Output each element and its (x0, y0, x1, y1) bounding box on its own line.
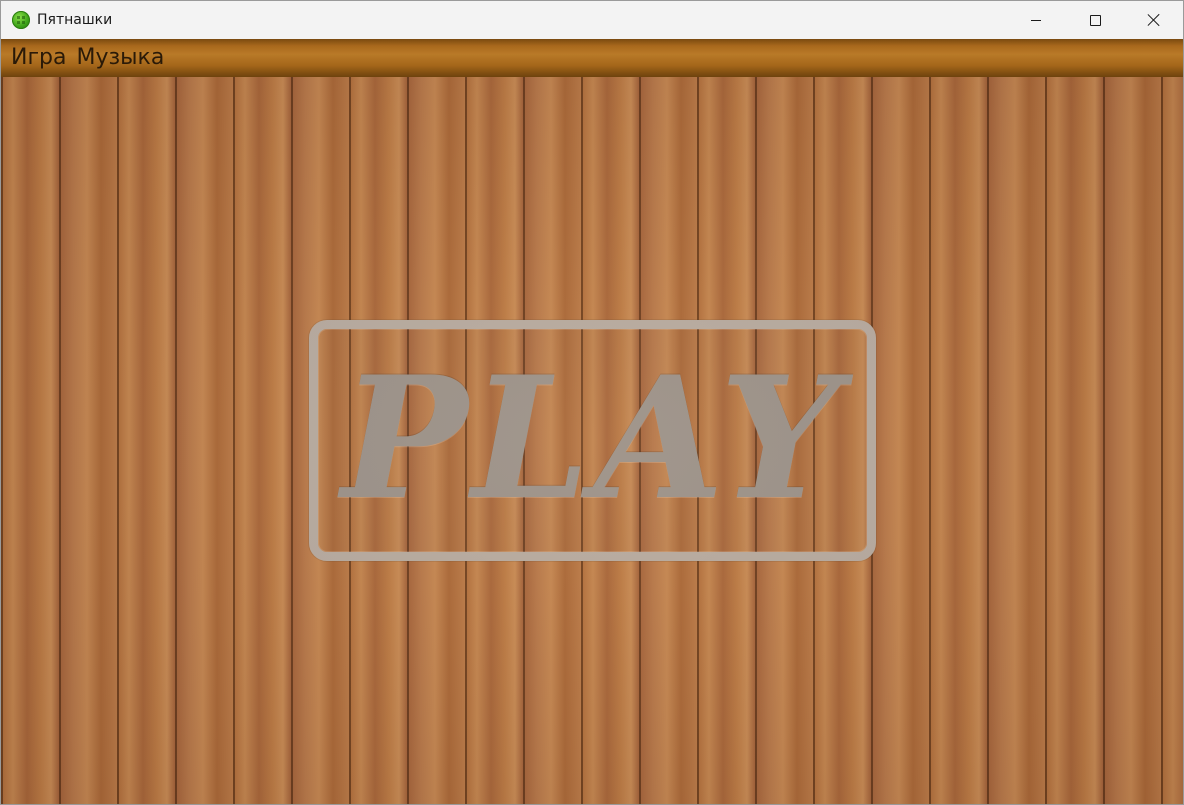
minimize-button[interactable] (1007, 1, 1065, 39)
close-button[interactable] (1125, 1, 1183, 39)
app-window: Пятнашки Игра Музыка PLAY (0, 0, 1184, 805)
title-bar[interactable]: Пятнашки (1, 1, 1183, 39)
play-button-label: PLAY (341, 338, 844, 537)
maximize-button[interactable] (1066, 1, 1124, 39)
menu-item-game[interactable]: Игра (11, 39, 66, 77)
minimize-icon (1031, 19, 1041, 21)
window-title: Пятнашки (37, 12, 113, 28)
close-icon (1148, 14, 1160, 26)
app-icon (12, 11, 30, 29)
menu-item-music[interactable]: Музыка (76, 39, 164, 77)
play-button[interactable]: PLAY (309, 320, 876, 561)
maximize-icon (1089, 14, 1101, 26)
menu-bar: Игра Музыка (1, 39, 1183, 77)
game-board: PLAY (1, 77, 1183, 804)
